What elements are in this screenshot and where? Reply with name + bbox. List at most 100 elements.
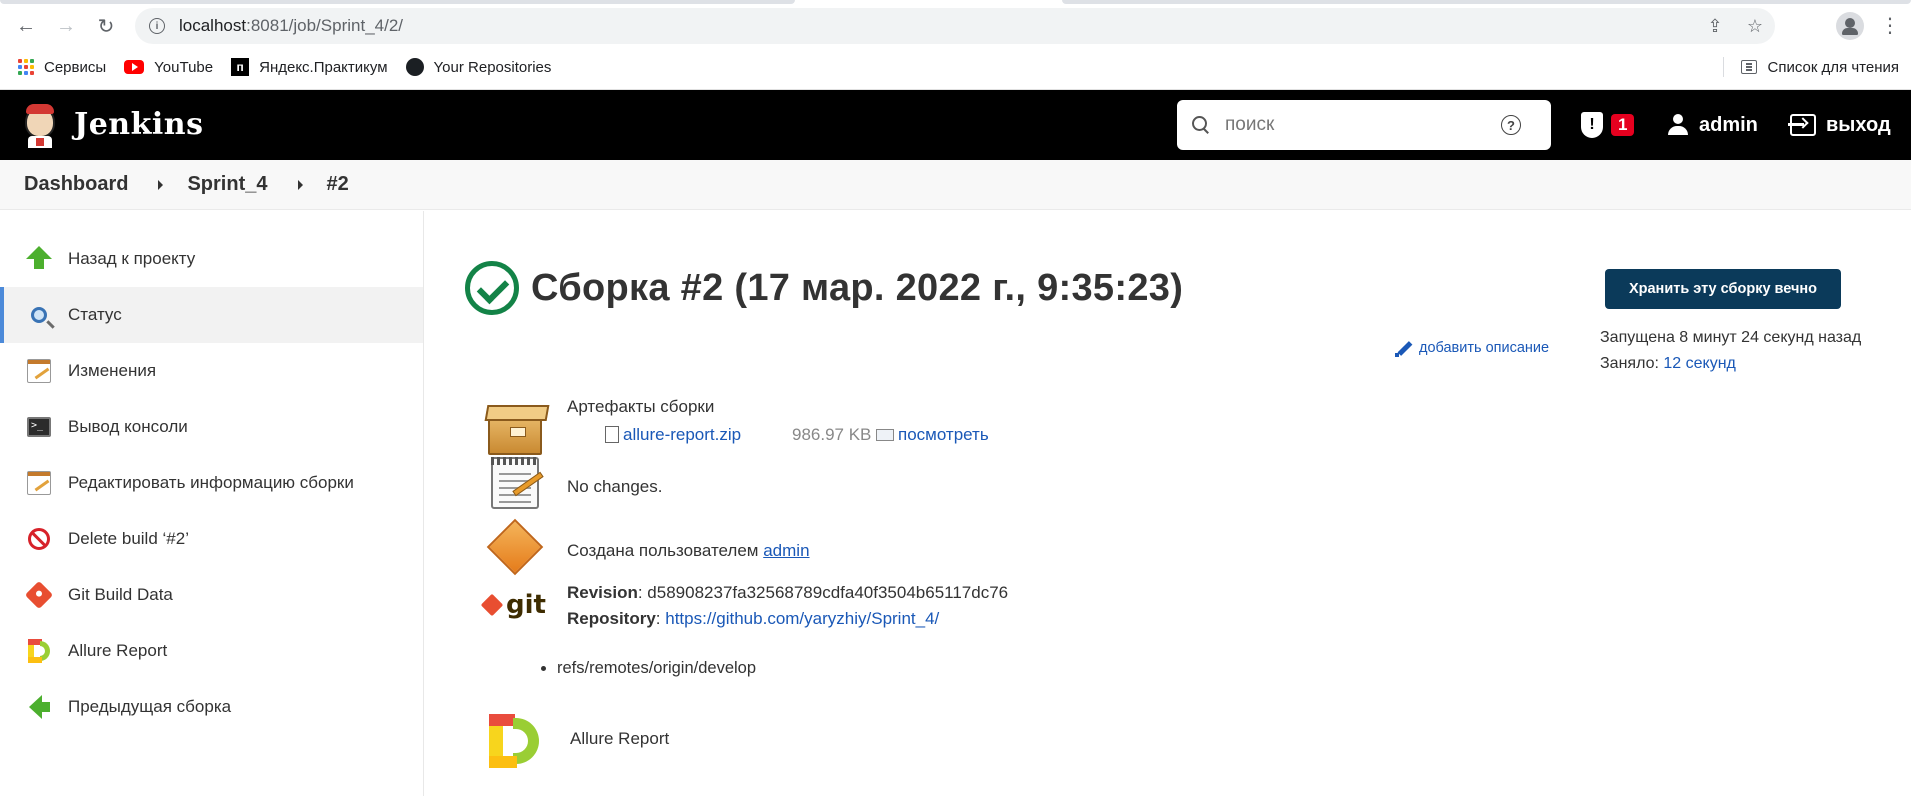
- sidebar-item-changes[interactable]: Изменения: [0, 343, 423, 399]
- add-description-label: добавить описание: [1419, 340, 1550, 356]
- build-title-row: Сборка #2 (17 мар. 2022 г., 9:35:23): [465, 261, 1183, 315]
- terminal-icon: >_: [26, 414, 52, 440]
- bookmark-services[interactable]: Сервисы: [18, 52, 106, 82]
- alert-count-badge: 1: [1611, 114, 1635, 136]
- repository-link[interactable]: https://github.com/yaryzhiy/Sprint_4/: [665, 609, 939, 628]
- allure-logo-icon[interactable]: [485, 711, 545, 771]
- sidebar-item-label: Статус: [68, 305, 122, 324]
- tab-background[interactable]: [1062, 0, 1911, 4]
- browser-chrome: ← → ↻ i localhost:8081/job/Sprint_4/2/ ⇪…: [0, 0, 1911, 90]
- bookmark-star-icon[interactable]: ☆: [1735, 16, 1775, 37]
- site-info-icon[interactable]: i: [149, 18, 165, 34]
- reload-icon[interactable]: ↻: [92, 12, 120, 40]
- sidebar-item-label: Git Build Data: [68, 585, 173, 604]
- tab-background[interactable]: [0, 0, 795, 4]
- bookmark-your-repositories[interactable]: Your Repositories: [405, 52, 551, 82]
- breadcrumb-build[interactable]: #2: [327, 173, 349, 196]
- user-name: admin: [1699, 113, 1758, 136]
- artifacts-link[interactable]: Артефакты сборки: [567, 397, 714, 417]
- artifact-size: 986.97 KB: [792, 425, 872, 444]
- omnibox-actions: ⇪ ☆: [1695, 8, 1775, 44]
- share-icon[interactable]: ⇪: [1695, 16, 1735, 37]
- logout-label: выход: [1826, 113, 1891, 136]
- page-title: Сборка #2 (17 мар. 2022 г., 9:35:23): [531, 266, 1184, 309]
- search-input[interactable]: [1225, 114, 1495, 136]
- jenkins-butler-icon: [20, 100, 60, 148]
- bookmarks-divider: [1723, 57, 1725, 77]
- notepad-edit-icon: [26, 470, 52, 496]
- search-box: ?: [1177, 100, 1551, 150]
- repository-line: Repository: https://github.com/yaryzhiy/…: [567, 609, 939, 629]
- yandex-practicum-icon: п: [231, 58, 250, 76]
- breadcrumb-job[interactable]: Sprint_4: [187, 173, 267, 196]
- breadcrumb-dashboard[interactable]: Dashboard: [24, 173, 128, 196]
- browser-menu-icon[interactable]: ⋮: [1880, 16, 1900, 36]
- sidebar-item-label: Редактировать информацию сборки: [68, 473, 354, 492]
- sidebar-item-label: Allure Report: [68, 641, 168, 660]
- bookmark-label: YouTube: [154, 58, 214, 76]
- security-alerts[interactable]: ! 1: [1581, 90, 1635, 160]
- sidebar: Назад к проекту Статус Изменения >_ Выво…: [0, 211, 424, 796]
- reading-list-icon: [1741, 60, 1758, 74]
- user-link[interactable]: admin: [1667, 90, 1758, 160]
- tab-strip: [0, 0, 1911, 4]
- allure-icon: [26, 638, 52, 664]
- package-icon: [485, 399, 545, 455]
- breadcrumb-chevron-icon[interactable]: [158, 179, 164, 190]
- bookmark-yandex-practicum[interactable]: п Яндекс.Практикум: [231, 52, 388, 82]
- sidebar-item-allure-report[interactable]: Allure Report: [0, 623, 423, 679]
- git-logo-icon: git: [480, 577, 546, 633]
- bookmark-youtube[interactable]: YouTube: [124, 52, 213, 82]
- sidebar-item-label: Предыдущая сборка: [68, 697, 232, 716]
- no-changes-text: No changes.: [567, 477, 663, 496]
- file-icon: [605, 426, 619, 443]
- sidebar-item-status[interactable]: Статус: [0, 287, 423, 343]
- youtube-icon: [124, 60, 145, 74]
- revision-label: Revision: [567, 583, 638, 602]
- help-icon[interactable]: ?: [1501, 115, 1521, 135]
- jenkins-header: Jenkins ? ! 1 admin выход: [0, 90, 1911, 160]
- sidebar-item-edit-build-info[interactable]: Редактировать информацию сборки: [0, 455, 423, 511]
- sidebar-item-delete-build[interactable]: Delete build ‘#2’: [0, 511, 423, 567]
- sidebar-item-back-to-project[interactable]: Назад к проекту: [0, 231, 423, 287]
- revision-line: Revision: d58908237fa32568789cdfa40f3504…: [567, 583, 1008, 603]
- logout-link[interactable]: выход: [1788, 90, 1891, 160]
- artifact-file-link[interactable]: allure-report.zip: [623, 425, 741, 444]
- sidebar-item-previous-build[interactable]: Предыдущая сборка: [0, 679, 423, 735]
- address-bar[interactable]: i localhost:8081/job/Sprint_4/2/ ⇪ ☆: [135, 8, 1775, 44]
- breadcrumb-chevron-icon[interactable]: [297, 179, 303, 190]
- artifact-view[interactable]: посмотреть: [872, 425, 989, 445]
- bookmarks-bar: Сервисы YouTube п Яндекс.Практикум Your …: [0, 52, 1911, 82]
- user-icon: [1667, 114, 1689, 136]
- list-item: refs/remotes/origin/develop: [557, 659, 756, 678]
- main-panel: Сборка #2 (17 мар. 2022 г., 9:35:23) Хра…: [425, 211, 1911, 796]
- pencil-icon: [1395, 339, 1413, 357]
- notepad-icon: [485, 455, 545, 511]
- address-row: ← → ↻ i localhost:8081/job/Sprint_4/2/ ⇪…: [0, 8, 1911, 44]
- add-description-link[interactable]: добавить описание: [1395, 339, 1549, 357]
- created-by-text: Создана пользователем admin: [567, 541, 810, 561]
- profile-avatar-icon[interactable]: [1836, 12, 1864, 40]
- reading-list-button[interactable]: Список для чтения: [1723, 52, 1899, 82]
- created-by-user-link[interactable]: admin: [763, 541, 809, 560]
- forward-icon[interactable]: →: [52, 12, 80, 40]
- revision-value: : d58908237fa32568789cdfa40f3504b65117dc…: [637, 583, 1009, 602]
- url-text[interactable]: localhost:8081/job/Sprint_4/2/: [179, 16, 403, 36]
- keep-build-forever-button[interactable]: Хранить эту сборку вечно: [1605, 269, 1841, 309]
- allure-report-link[interactable]: Allure Report: [570, 729, 669, 749]
- duration-link[interactable]: 12 секунд: [1663, 355, 1736, 372]
- artifact-view-link[interactable]: посмотреть: [898, 425, 989, 444]
- url-host: localhost: [179, 16, 247, 35]
- back-icon[interactable]: ←: [12, 12, 40, 40]
- success-check-icon: [465, 261, 519, 315]
- repository-label: Repository: [567, 609, 656, 628]
- up-arrow-icon: [26, 245, 52, 272]
- shield-icon: !: [1581, 112, 1603, 138]
- sidebar-item-console-output[interactable]: >_ Вывод консоли: [0, 399, 423, 455]
- magnifier-icon: [26, 302, 52, 328]
- jenkins-home-link[interactable]: Jenkins: [20, 100, 203, 148]
- git-logo-text: git: [506, 590, 546, 620]
- build-started-text: Запущена 8 минут 24 секунд назад: [1600, 329, 1862, 346]
- sidebar-item-git-build-data[interactable]: Git Build Data: [0, 567, 423, 623]
- breadcrumb: Dashboard Sprint_4 #2: [0, 160, 1911, 210]
